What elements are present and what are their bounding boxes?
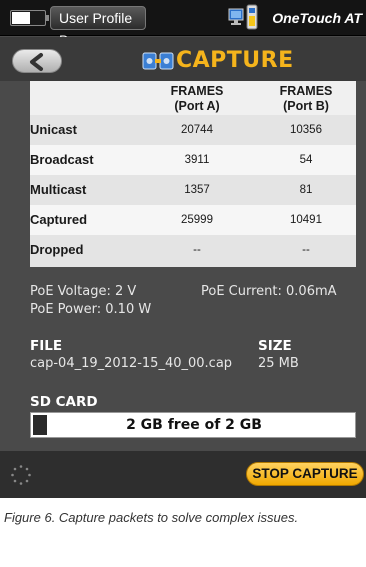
row-label: Multicast [30,182,87,197]
column-header-port-a: FRAMES (Port A) [170,84,224,113]
sd-card-label: SD CARD [30,394,98,410]
poe-power: PoE Power: 0.10 W [30,302,152,317]
row-label: Broadcast [30,152,94,167]
sd-card-usage-bar: 2 GB free of 2 GB [30,412,356,438]
column-header-port-b: FRAMES (Port B) [279,84,333,113]
port-a-value: 1357 [184,184,210,196]
spinner-icon [11,465,31,485]
port-b-value: 81 [299,184,313,196]
port-b-value: 10356 [290,124,322,136]
port-b-value: 54 [299,154,313,166]
table-row: Broadcast 3911 54 [30,145,356,175]
poe-current: PoE Current: 0.06mA [201,284,337,299]
table-row: Captured 25999 10491 [30,205,356,235]
table-row: Dropped -- -- [30,235,356,267]
file-name: cap-04_19_2012-15_40_00.cap [30,356,233,371]
poe-voltage: PoE Voltage: 2 V [30,284,137,299]
user-profile-button[interactable]: User Profile B [50,6,146,48]
table-row: Multicast 1357 81 [30,175,356,205]
page-title: CAPTURE [176,48,294,73]
monitor-icon[interactable] [228,7,244,27]
file-label: FILE [30,338,63,354]
chevron-left-icon [30,53,43,71]
port-b-value: -- [302,244,310,256]
capture-icon [142,52,174,70]
status-bar: User Profile B OneTouch AT [0,0,366,48]
row-label: Unicast [30,122,77,137]
row-label: Dropped [30,242,84,257]
port-a-value: 25999 [181,214,213,226]
stop-capture-button[interactable]: STOP CAPTURE [246,462,364,486]
sd-card-status: 2 GB free of 2 GB [126,417,262,433]
table-row: Unicast 20744 10356 [30,115,356,145]
back-button[interactable] [12,49,62,73]
bottom-bar: STOP CAPTURE [0,451,366,498]
port-a-value: 20744 [181,124,213,136]
device-screen: User Profile B OneTouch AT CAPTURE [0,0,366,498]
port-a-value: 3911 [184,154,210,166]
capture-stats-table: FRAMES (Port A) FRAMES (Port B) Unicast 20… [30,81,356,267]
figure-caption: Figure 6. Capture packets to solve compl… [4,510,299,525]
usb-icon[interactable] [246,4,258,30]
battery-icon [10,10,49,26]
file-size: 25 MB [258,356,299,371]
port-b-value: 10491 [290,214,322,226]
port-a-value: -- [193,244,201,256]
brand-label: OneTouch AT [272,10,362,26]
size-label: SIZE [258,338,292,354]
title-bar: CAPTURE [0,37,366,81]
row-label: Captured [30,212,88,227]
